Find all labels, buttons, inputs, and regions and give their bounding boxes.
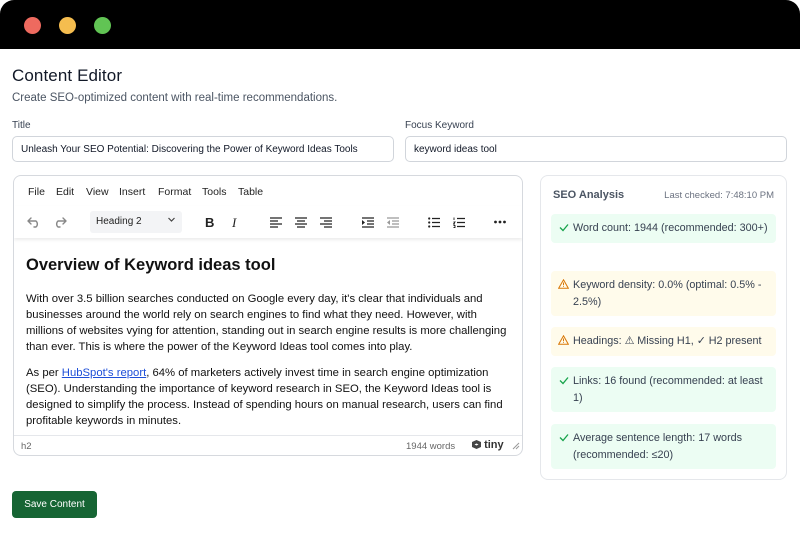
menu-tools[interactable]: Tools bbox=[202, 186, 227, 198]
menu-format[interactable]: Format bbox=[158, 186, 191, 198]
content-heading: Overview of Keyword ideas tool bbox=[26, 256, 276, 274]
block-format-value: Heading 2 bbox=[96, 216, 142, 227]
menu-edit[interactable]: Edit bbox=[56, 186, 74, 198]
tiny-logo-icon bbox=[472, 440, 481, 449]
focus-keyword-input[interactable] bbox=[405, 136, 787, 162]
seo-check-headings: Headings: ⚠ Missing H1, ✓ H2 present bbox=[551, 327, 776, 356]
hubspot-report-link[interactable]: HubSpot's report bbox=[62, 367, 146, 379]
word-count[interactable]: 1944 words bbox=[406, 441, 455, 452]
tiny-logo-text: tiny bbox=[484, 439, 504, 451]
seo-check-keyword-density: Keyword density: 0.0% (optimal: 0.5% - 2… bbox=[551, 271, 776, 316]
check-icon bbox=[558, 374, 569, 386]
page-subtitle: Create SEO-optimized content with real-t… bbox=[12, 92, 338, 104]
close-window-button[interactable] bbox=[24, 17, 41, 34]
align-center-icon[interactable] bbox=[292, 214, 310, 230]
align-left-icon[interactable] bbox=[267, 214, 285, 230]
minimize-window-button[interactable] bbox=[59, 17, 76, 34]
editor-statusbar: h2 1944 words tiny bbox=[14, 435, 522, 455]
paragraph-text: As per bbox=[26, 367, 62, 379]
warning-icon bbox=[558, 278, 569, 290]
svg-text:I: I bbox=[231, 216, 237, 229]
menu-file[interactable]: File bbox=[28, 186, 45, 198]
focus-keyword-label: Focus Keyword bbox=[405, 120, 474, 131]
save-content-button[interactable]: Save Content bbox=[12, 491, 97, 518]
seo-check-text: Links: 16 found (recommended: at least 1… bbox=[573, 375, 763, 404]
seo-check-text: Keyword density: 0.0% (optimal: 0.5% - 2… bbox=[573, 279, 762, 308]
resize-handle-icon[interactable] bbox=[512, 442, 520, 453]
element-path[interactable]: h2 bbox=[21, 441, 32, 452]
seo-check-word-count: Word count: 1944 (recommended: 300+) bbox=[551, 214, 776, 243]
editor-toolbar: Heading 2 B I bbox=[14, 206, 522, 238]
menu-view[interactable]: View bbox=[86, 186, 109, 198]
seo-analysis-panel: SEO Analysis Last checked: 7:48:10 PM Wo… bbox=[540, 175, 787, 480]
check-icon bbox=[558, 431, 569, 443]
seo-check-text: Headings: ⚠ Missing H1, ✓ H2 present bbox=[573, 335, 762, 347]
title-label: Title bbox=[12, 120, 31, 131]
block-format-select[interactable]: Heading 2 bbox=[90, 211, 182, 233]
align-right-icon[interactable] bbox=[317, 214, 335, 230]
menu-table[interactable]: Table bbox=[238, 186, 263, 198]
italic-icon[interactable]: I bbox=[226, 214, 244, 230]
outdent-icon[interactable] bbox=[384, 214, 402, 230]
redo-icon[interactable] bbox=[51, 214, 69, 230]
window-titlebar bbox=[0, 0, 800, 49]
content-paragraph: With over 3.5 billion searches conducted… bbox=[26, 293, 507, 353]
tiny-logo[interactable]: tiny bbox=[472, 439, 504, 451]
check-icon bbox=[558, 221, 569, 233]
rich-text-editor: File Edit View Insert Format Tools Table… bbox=[13, 175, 523, 456]
title-input[interactable] bbox=[12, 136, 394, 162]
seo-analysis-title: SEO Analysis bbox=[553, 189, 625, 201]
maximize-window-button[interactable] bbox=[94, 17, 111, 34]
editor-content[interactable]: Overview of Keyword ideas tool With over… bbox=[14, 242, 522, 436]
page-title: Content Editor bbox=[12, 66, 123, 85]
seo-check-text: Word count: 1944 (recommended: 300+) bbox=[573, 222, 768, 234]
undo-icon[interactable] bbox=[25, 214, 43, 230]
last-checked-time: Last checked: 7:48:10 PM bbox=[664, 190, 774, 201]
numbered-list-icon[interactable] bbox=[450, 214, 468, 230]
seo-check-text: Average sentence length: 17 words (recom… bbox=[573, 432, 743, 461]
bold-icon[interactable]: B bbox=[201, 214, 219, 230]
more-icon[interactable] bbox=[491, 214, 509, 230]
warning-icon bbox=[558, 334, 569, 346]
seo-check-links: Links: 16 found (recommended: at least 1… bbox=[551, 367, 776, 412]
bullet-list-icon[interactable] bbox=[425, 214, 443, 230]
menu-insert[interactable]: Insert bbox=[119, 186, 145, 198]
svg-text:B: B bbox=[205, 216, 214, 229]
editor-menubar: File Edit View Insert Format Tools Table bbox=[14, 176, 522, 204]
seo-check-sentence-length: Average sentence length: 17 words (recom… bbox=[551, 424, 776, 469]
chevron-down-icon bbox=[167, 215, 176, 227]
indent-icon[interactable] bbox=[359, 214, 377, 230]
content-paragraph: As per HubSpot's report, 64% of marketer… bbox=[26, 365, 508, 429]
